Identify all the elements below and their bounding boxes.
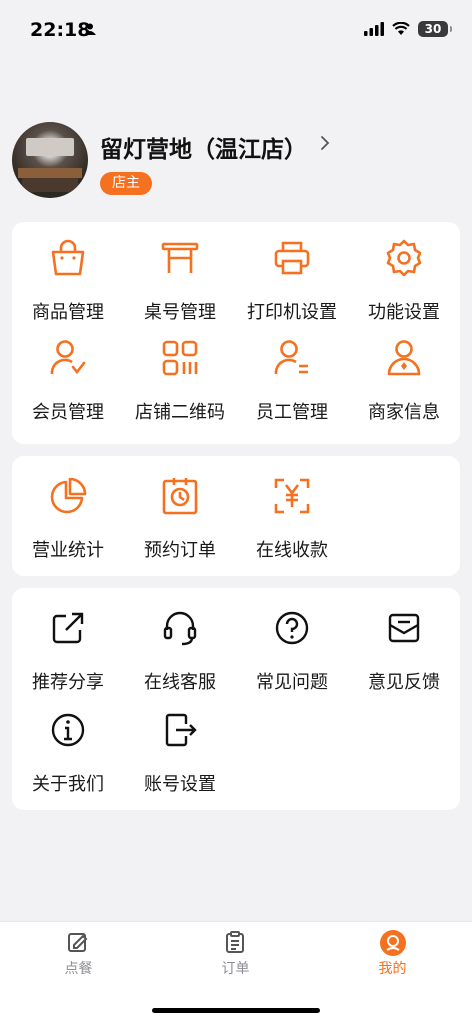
tab-mine[interactable]: 我的 [314,922,471,982]
menu-label: 在线收款 [256,540,328,561]
qr-code-icon [162,340,198,376]
yuan-scan-icon [274,478,310,514]
tab-label: 订单 [221,961,250,977]
printer-icon [274,241,310,275]
menu-item-staff[interactable]: 员工管理 [236,322,348,423]
menu-label: 功能设置 [368,302,440,323]
info-icon [51,713,85,747]
menu-item-printer[interactable]: 打印机设置 [236,222,348,323]
share-icon [52,612,84,644]
staff-icon [274,340,308,375]
clock-calendar-icon [162,478,198,515]
management-card: 商品管理 桌号管理 打印机设置 功能设置 会员管理 店铺二维码 员工管理 商家信… [12,222,460,444]
clipboard-icon [226,931,244,953]
menu-label: 推荐分享 [32,672,104,693]
tab-order-food[interactable]: 点餐 [0,922,157,982]
menu-label: 桌号管理 [144,302,216,323]
wifi-icon [392,22,410,35]
user-circle-icon [380,930,406,956]
menu-label: 关于我们 [32,774,104,795]
question-icon [275,611,309,645]
menu-item-reservations[interactable]: 预约订单 [124,460,236,561]
menu-label: 在线客服 [144,672,216,693]
menu-item-payment[interactable]: 在线收款 [236,460,348,561]
tab-label: 点餐 [64,961,93,977]
merchant-icon [387,340,421,376]
logout-icon [165,713,197,747]
battery-indicator: 30 [418,21,452,37]
pie-chart-icon [50,477,87,514]
table-icon [161,242,199,273]
menu-item-about[interactable]: 关于我们 [12,694,124,795]
shop-name[interactable]: 留灯营地（温江店） [100,130,307,164]
menu-label: 营业统计 [32,540,104,561]
menu-label: 员工管理 [256,402,328,423]
services-card: 推荐分享 在线客服 常见问题 意见反馈 关于我们 账号设置 [12,588,460,810]
menu-item-members[interactable]: 会员管理 [12,322,124,423]
menu-label: 打印机设置 [247,302,337,323]
menu-item-qrcode[interactable]: 店铺二维码 [124,322,236,423]
menu-label: 账号设置 [144,774,216,795]
menu-label: 会员管理 [32,402,104,423]
member-check-icon [50,340,86,375]
gear-icon [386,239,422,277]
role-badge: 店主 [100,172,152,195]
home-indicator [152,1008,320,1013]
headset-icon [163,611,197,646]
feedback-icon [388,613,420,643]
status-bar: 22:18 30 [0,0,472,60]
shopping-bag-icon [51,239,85,276]
menu-label: 意见反馈 [368,672,440,693]
status-time: 22:18 [30,19,91,41]
menu-item-share[interactable]: 推荐分享 [12,592,124,693]
menu-item-support[interactable]: 在线客服 [124,592,236,693]
menu-item-faq[interactable]: 常见问题 [236,592,348,693]
menu-item-statistics[interactable]: 营业统计 [12,460,124,561]
menu-label: 商家信息 [368,402,440,423]
menu-item-tables[interactable]: 桌号管理 [124,222,236,323]
signal-icon [364,22,384,36]
tab-orders[interactable]: 订单 [157,922,314,982]
menu-item-account[interactable]: 账号设置 [124,694,236,795]
menu-label: 店铺二维码 [135,402,225,423]
menu-label: 商品管理 [32,302,104,323]
chevron-right-icon[interactable] [320,135,330,151]
menu-item-feedback[interactable]: 意见反馈 [348,592,460,693]
edit-icon [68,933,88,952]
profile-header[interactable]: 留灯营地（温江店） 店主 [12,122,460,202]
menu-label: 常见问题 [256,672,328,693]
menu-item-settings[interactable]: 功能设置 [348,222,460,323]
menu-item-merchant[interactable]: 商家信息 [348,322,460,423]
menu-item-products[interactable]: 商品管理 [12,222,124,323]
business-card: 营业统计 预约订单 在线收款 [12,456,460,576]
menu-label: 预约订单 [144,540,216,561]
tab-label: 我的 [378,961,407,977]
avatar[interactable] [12,122,88,198]
person-icon [84,23,96,35]
